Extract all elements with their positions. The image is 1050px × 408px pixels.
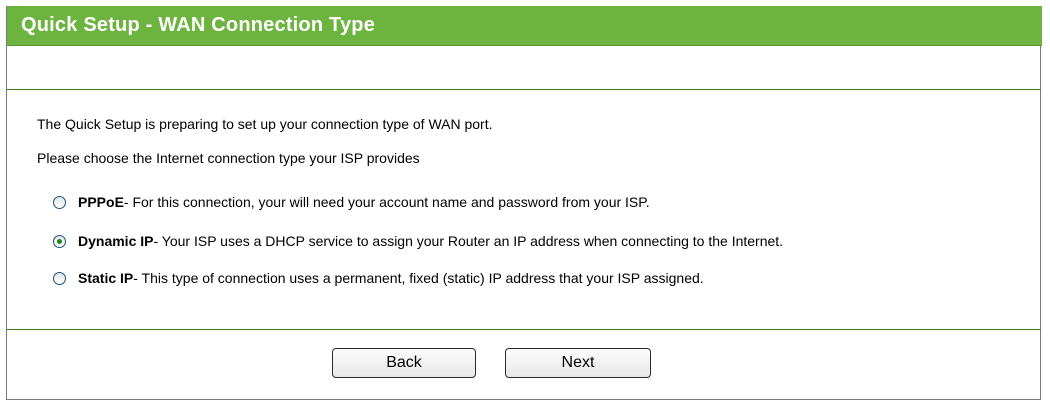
option-dynamic-ip-description: - Your ISP uses a DHCP service to assign… [153,233,784,249]
back-button[interactable]: Back [332,348,476,378]
option-pppoe-name: PPPoE [78,194,124,210]
option-pppoe[interactable]: PPPoE - For this connection, your will n… [53,192,650,212]
dynamic-ip-radio[interactable] [53,234,66,248]
quick-setup-panel: Quick Setup - WAN Connection Type The Qu… [6,6,1042,400]
option-static-ip[interactable]: Static IP - This type of connection uses… [53,268,704,288]
instruction-text: Please choose the Internet connection ty… [37,150,420,166]
static-ip-radio[interactable] [53,271,66,285]
option-dynamic-ip[interactable]: Dynamic IP - Your ISP uses a DHCP servic… [53,231,783,251]
option-static-ip-name: Static IP [78,270,134,286]
option-static-ip-description: - This type of connection uses a permane… [133,270,704,286]
title-bar: Quick Setup - WAN Connection Type [7,6,1042,46]
next-button[interactable]: Next [505,348,651,378]
bottom-divider [7,329,1041,330]
top-divider [7,89,1041,90]
option-pppoe-description: - For this connection, your will need yo… [123,194,650,210]
pppoe-radio[interactable] [53,195,66,209]
page-title: Quick Setup - WAN Connection Type [21,14,376,36]
option-dynamic-ip-name: Dynamic IP [78,233,154,249]
intro-text: The Quick Setup is preparing to set up y… [37,116,493,132]
